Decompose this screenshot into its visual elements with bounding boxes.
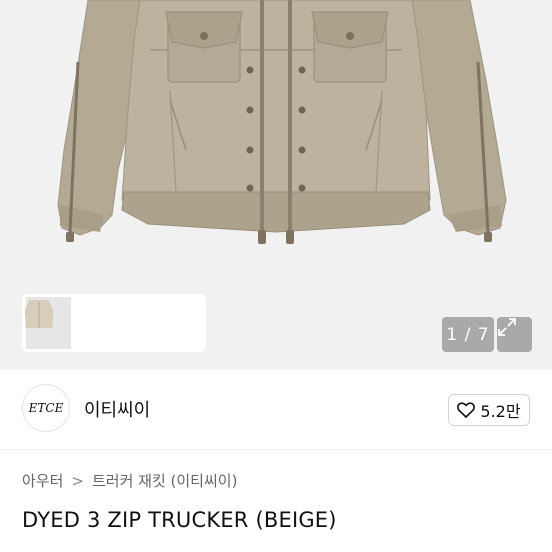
thumbnail-item[interactable]: [25, 297, 116, 349]
thumb-light-jacket: [25, 300, 53, 328]
breadcrumb: 아우터 > 트러커 재킷 (이티씨이): [22, 470, 237, 491]
thumbnail-item[interactable]: [25, 297, 161, 349]
breadcrumb-item[interactable]: 아우터: [22, 470, 63, 491]
brand-name[interactable]: 이티씨이: [84, 396, 150, 422]
expand-icon: [498, 318, 516, 336]
brand-row[interactable]: ETCE 이티씨이 5.2만: [0, 370, 552, 450]
like-button[interactable]: 5.2만: [448, 394, 530, 426]
image-counter: 1 / 7: [442, 317, 494, 352]
breadcrumb-item[interactable]: 트러커 재킷 (이티씨이): [92, 470, 237, 491]
breadcrumb-separator: >: [71, 471, 84, 490]
heart-icon: [457, 402, 476, 418]
product-page: 1 / 7 ETCE 이티씨이 5.2만 아우터 > 트러커 재킷 (이티씨이)…: [0, 0, 552, 552]
thumbnail-strip: [22, 294, 206, 352]
like-count: 5.2만: [480, 402, 521, 421]
product-title: DYED 3 ZIP TRUCKER (BEIGE): [22, 508, 337, 532]
product-image-gallery[interactable]: 1 / 7: [0, 0, 552, 370]
fullscreen-button[interactable]: [497, 317, 532, 352]
brand-logo[interactable]: ETCE: [22, 384, 70, 432]
